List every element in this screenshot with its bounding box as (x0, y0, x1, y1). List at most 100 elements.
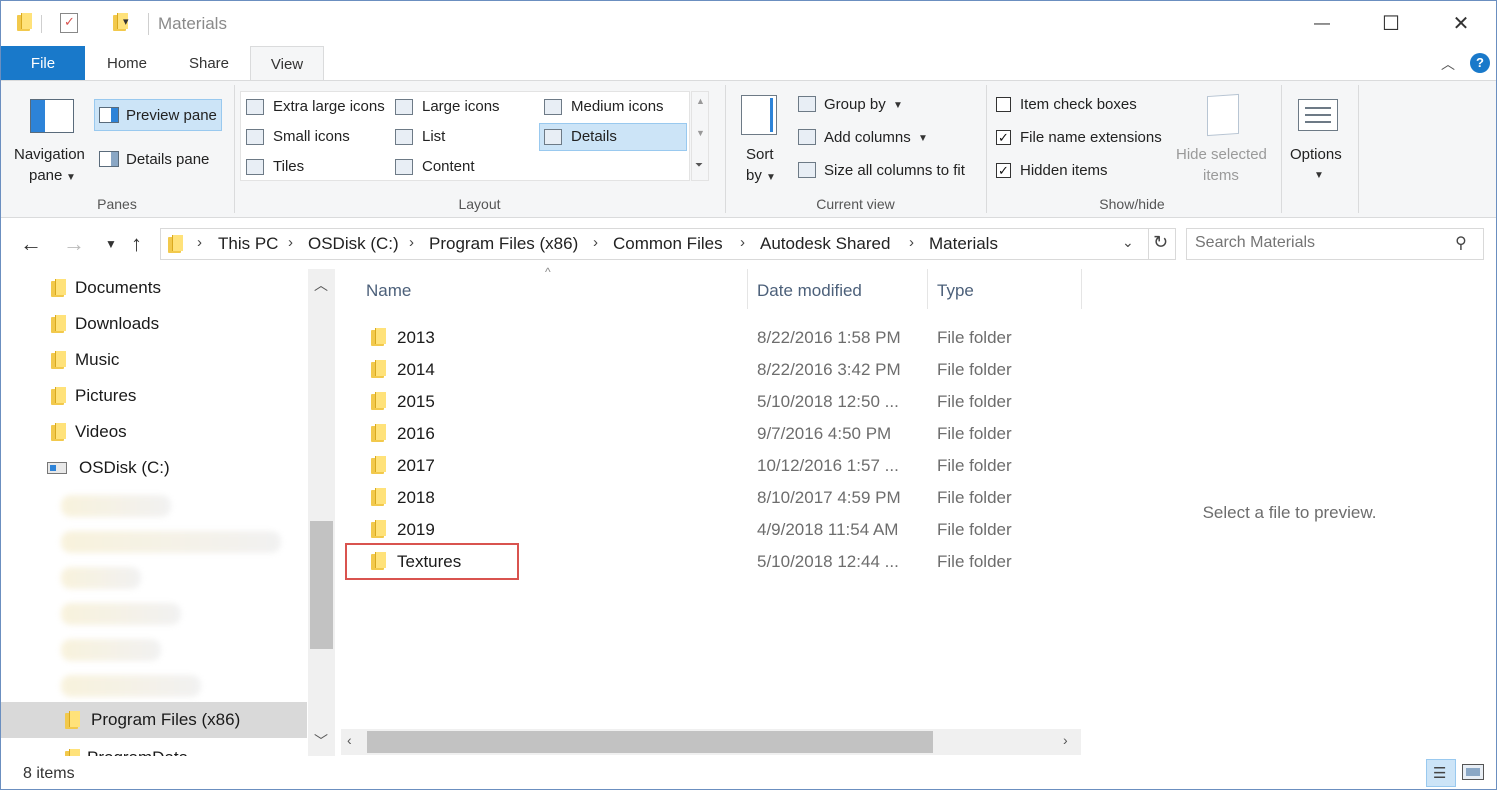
chevron-right-icon[interactable]: › (909, 234, 914, 251)
breadcrumb-osdisk[interactable]: OSDisk (C:) (308, 234, 399, 254)
hide-selected-label-2[interactable]: items (1203, 167, 1239, 184)
up-arrow-icon[interactable]: ↑ (131, 231, 142, 257)
collapse-ribbon-icon[interactable]: ︿ (1441, 54, 1455, 74)
scrollbar-thumb[interactable] (367, 731, 933, 753)
group-by-button[interactable]: Group by (824, 96, 886, 113)
help-icon[interactable]: ? (1470, 53, 1490, 73)
nav-item-osdisk[interactable]: OSDisk (C:) (47, 451, 170, 485)
list-icon (395, 129, 413, 145)
layout-content[interactable]: Content (422, 158, 475, 175)
table-row[interactable]: 2018 8/10/2017 4:59 PM File folder (337, 481, 1081, 513)
navigation-pane-label[interactable]: Navigation (14, 146, 85, 163)
options-button[interactable]: Options (1290, 146, 1342, 163)
minimize-button[interactable]: — (1287, 1, 1357, 46)
layout-list[interactable]: List (422, 128, 445, 145)
scroll-up-icon[interactable]: ▲ (696, 96, 705, 106)
table-row[interactable]: 2014 8/22/2016 3:42 PM File folder (337, 353, 1081, 385)
chevron-right-icon[interactable]: › (740, 234, 745, 251)
tab-view[interactable]: View (250, 46, 324, 81)
nav-item-documents[interactable]: Documents (51, 271, 161, 305)
chevron-right-icon[interactable]: › (288, 234, 293, 251)
chevron-right-icon[interactable]: › (409, 234, 414, 251)
details-pane-button[interactable]: Details pane (126, 151, 209, 168)
item-check-boxes-label[interactable]: Item check boxes (1020, 96, 1137, 113)
nav-item-programdata[interactable]: ProgramData (65, 741, 188, 756)
breadcrumb-program-files[interactable]: Program Files (x86) (429, 234, 578, 254)
nav-item-videos[interactable]: Videos (51, 415, 127, 449)
properties-icon[interactable]: ✓ (60, 13, 78, 33)
column-header-date-modified[interactable]: Date modified (757, 281, 862, 301)
layout-medium-icons[interactable]: Medium icons (571, 98, 664, 115)
file-name-extensions-label[interactable]: File name extensions (1020, 129, 1162, 146)
close-button[interactable]: ✕ (1426, 1, 1496, 46)
chevron-right-icon[interactable]: › (593, 234, 598, 251)
expand-gallery-icon[interactable]: ⏷ (695, 160, 703, 171)
search-box[interactable]: ⚲ (1186, 228, 1484, 260)
back-arrow-icon[interactable]: ← (20, 231, 42, 257)
table-row[interactable]: 2013 8/22/2016 1:58 PM File folder (337, 321, 1081, 353)
chevron-down-icon: ▼ (893, 100, 903, 111)
folder-icon (371, 360, 386, 378)
layout-scrollbar[interactable]: ▲ ▼ ⏷ (691, 91, 709, 181)
sort-by-label-2[interactable]: by (746, 167, 762, 184)
divider[interactable] (927, 269, 928, 309)
address-bar[interactable]: › This PC › OSDisk (C:) › Program Files … (160, 228, 1176, 260)
nav-item-downloads[interactable]: Downloads (51, 307, 159, 341)
chevron-right-icon[interactable]: › (197, 234, 202, 251)
tab-home[interactable]: Home (95, 46, 159, 80)
search-icon[interactable]: ⚲ (1455, 233, 1467, 253)
maximize-button[interactable]: ☐ (1356, 1, 1426, 46)
sort-by-label[interactable]: Sort (746, 146, 774, 163)
details-view-button[interactable]: ☰ (1426, 759, 1456, 787)
customize-toolbar-icon[interactable]: ▾ (123, 15, 129, 28)
search-input[interactable] (1195, 234, 1445, 252)
recent-locations-icon[interactable]: ▼ (105, 237, 117, 251)
tab-file[interactable]: File (1, 46, 85, 80)
file-date: 8/22/2016 1:58 PM (757, 328, 901, 347)
table-row[interactable]: 2017 10/12/2016 1:57 ... File folder (337, 449, 1081, 481)
file-name-extensions-checkbox[interactable]: ✓ (996, 130, 1011, 145)
breadcrumb-autodesk-shared[interactable]: Autodesk Shared (760, 234, 890, 254)
size-all-columns-button[interactable]: Size all columns to fit (824, 162, 965, 179)
blurred-item (61, 531, 281, 553)
nav-pane-scrollbar[interactable]: ︿ ﹀ (308, 269, 335, 756)
large-icons-view-button[interactable] (1462, 764, 1484, 780)
navigation-pane-label-2[interactable]: pane (29, 167, 62, 184)
nav-item-program-files-x86[interactable]: Program Files (x86) (1, 702, 307, 738)
nav-item-pictures[interactable]: Pictures (51, 379, 136, 413)
horizontal-scrollbar[interactable]: ‹ › (341, 729, 1081, 755)
column-header-name[interactable]: Name (366, 281, 411, 301)
hide-selected-label[interactable]: Hide selected (1176, 146, 1267, 163)
hidden-items-checkbox[interactable]: ✓ (996, 163, 1011, 178)
layout-small-icons[interactable]: Small icons (273, 128, 350, 145)
nav-item-music[interactable]: Music (51, 343, 119, 377)
forward-arrow-icon[interactable]: → (63, 231, 85, 257)
refresh-icon[interactable]: ↻ (1153, 232, 1168, 253)
scroll-up-icon[interactable]: ︿ (314, 275, 328, 295)
table-row[interactable]: 2019 4/9/2018 11:54 AM File folder (337, 513, 1081, 545)
add-columns-button[interactable]: Add columns (824, 129, 911, 146)
table-row[interactable]: 2015 5/10/2018 12:50 ... File folder (337, 385, 1081, 417)
scrollbar-thumb[interactable] (310, 521, 333, 649)
tab-share[interactable]: Share (176, 46, 242, 80)
address-history-icon[interactable]: ⌄ (1122, 234, 1134, 251)
layout-tiles[interactable]: Tiles (273, 158, 304, 175)
divider[interactable] (747, 269, 748, 309)
folder-icon (371, 424, 386, 442)
folder-icon[interactable] (17, 13, 32, 31)
layout-extra-large-icons[interactable]: Extra large icons (273, 98, 385, 115)
breadcrumb-this-pc[interactable]: This PC (218, 234, 278, 254)
layout-large-icons[interactable]: Large icons (422, 98, 500, 115)
scroll-right-icon[interactable]: › (1063, 732, 1068, 748)
scroll-down-icon[interactable]: ﹀ (314, 731, 328, 751)
breadcrumb-common-files[interactable]: Common Files (613, 234, 723, 254)
layout-details[interactable]: Details (571, 128, 617, 145)
hidden-items-label[interactable]: Hidden items (1020, 162, 1108, 179)
item-check-boxes-checkbox[interactable] (996, 97, 1011, 112)
breadcrumb-materials[interactable]: Materials (929, 234, 998, 254)
scroll-left-icon[interactable]: ‹ (347, 732, 352, 748)
column-header-type[interactable]: Type (937, 281, 974, 301)
table-row[interactable]: 2016 9/7/2016 4:50 PM File folder (337, 417, 1081, 449)
folder-icon (371, 520, 386, 538)
scroll-down-icon[interactable]: ▼ (696, 128, 705, 138)
